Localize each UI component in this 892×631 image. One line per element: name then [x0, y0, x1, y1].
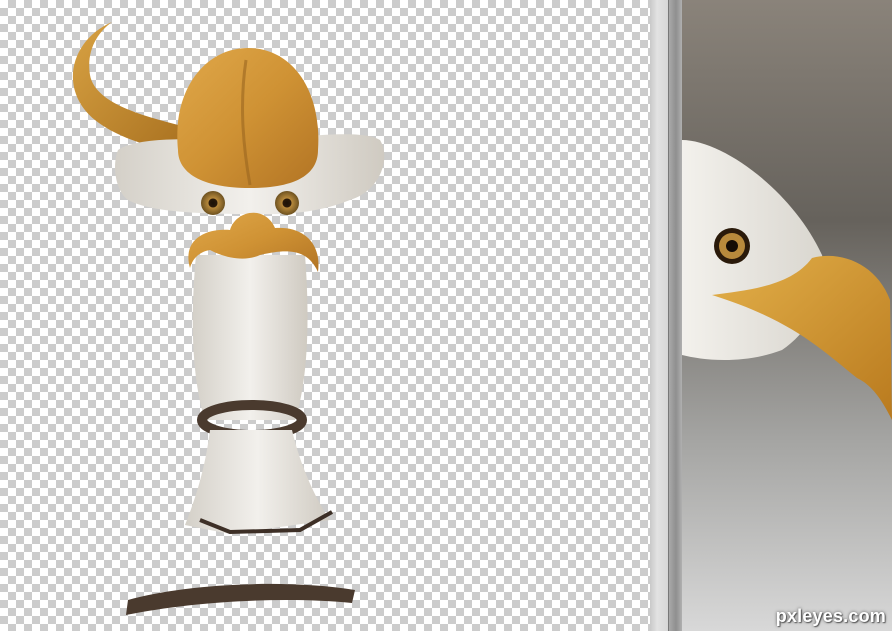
panel-divider-shadow — [668, 0, 683, 631]
right-eye — [275, 191, 299, 215]
rope-strip — [126, 583, 355, 615]
panel-divider[interactable] — [650, 0, 668, 631]
left-eye — [201, 191, 225, 215]
reference-photo: pxleyes.com — [682, 0, 892, 631]
document-canvas[interactable] — [0, 0, 650, 631]
composition-artwork — [72, 22, 385, 615]
feather-lower — [185, 430, 330, 534]
watermark-text: pxleyes.com — [775, 606, 886, 626]
eagle-photo — [682, 0, 892, 631]
horn-shape — [72, 22, 190, 152]
feather-neck — [192, 255, 308, 420]
